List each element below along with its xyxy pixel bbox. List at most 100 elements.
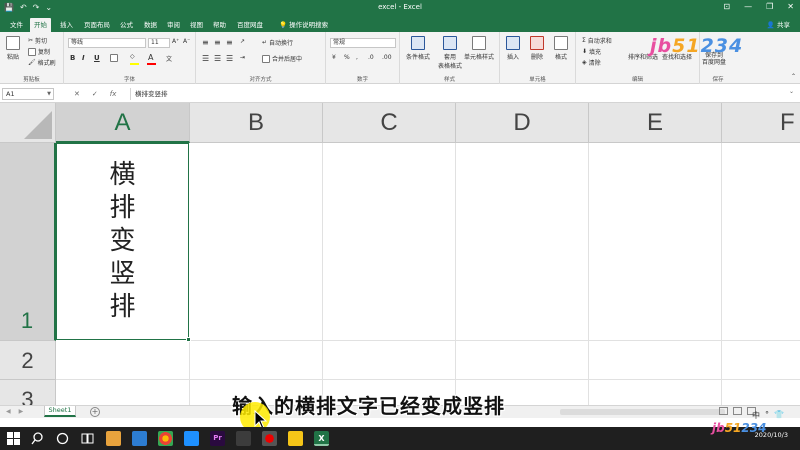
cell-f2[interactable] — [722, 341, 800, 380]
format-as-table-button[interactable]: 套用 表格格式 — [438, 36, 462, 70]
column-header-f[interactable]: F — [722, 103, 800, 143]
column-header-d[interactable]: D — [456, 103, 589, 143]
cut-button[interactable]: ✂ 剪切 — [28, 36, 47, 45]
app-2-icon[interactable] — [236, 431, 251, 446]
file-explorer-icon[interactable] — [106, 431, 121, 446]
tab-insert[interactable]: 插入 — [56, 18, 77, 32]
chevron-down-icon[interactable]: ▼ — [47, 89, 51, 99]
select-all-button[interactable] — [0, 103, 56, 143]
phonetic-icon[interactable]: 文 — [166, 54, 172, 63]
conditional-formatting-button[interactable]: 条件格式 — [406, 36, 430, 61]
format-painter-button[interactable]: 🖌 格式刷 — [28, 58, 56, 67]
cell-a1-selected[interactable]: 横 排 变 竖 排 — [56, 143, 189, 340]
insert-cells-button[interactable]: 插入 — [506, 36, 520, 61]
increase-decimal-icon[interactable]: .0 — [368, 54, 374, 61]
decrease-decimal-icon[interactable]: .00 — [382, 54, 392, 61]
currency-icon[interactable]: ¥ — [332, 54, 336, 61]
insert-function-icon[interactable]: fx — [110, 88, 117, 100]
comma-button[interactable]: , — [356, 54, 358, 61]
cell-e3[interactable] — [589, 380, 722, 405]
merge-center-button[interactable]: 合并后居中 — [262, 54, 302, 63]
autosum-button[interactable]: Σ 自动求和 — [582, 36, 612, 45]
fill-button[interactable]: ⬇ 填充 — [582, 47, 601, 56]
expand-formula-icon[interactable]: ⌄ — [789, 88, 794, 95]
cell-a2[interactable] — [56, 341, 190, 380]
font-size-select[interactable]: 11 — [148, 38, 170, 48]
tab-view[interactable]: 视图 — [186, 18, 207, 32]
cell-c1[interactable] — [323, 143, 456, 341]
excel-taskbar-icon[interactable]: X — [314, 431, 329, 446]
chrome-icon[interactable] — [158, 431, 173, 446]
font-color-icon[interactable]: A — [148, 53, 153, 62]
percent-button[interactable]: % — [344, 54, 350, 61]
app-3-icon[interactable] — [288, 431, 303, 446]
number-format-select[interactable]: 常规 — [330, 38, 396, 48]
enter-icon[interactable]: ✓ — [92, 88, 98, 100]
formula-input[interactable]: 横排变竖排 — [130, 88, 796, 100]
windows-start-icon[interactable] — [6, 431, 21, 446]
column-header-e[interactable]: E — [589, 103, 722, 143]
cell-a3[interactable] — [56, 380, 190, 405]
task-view-icon[interactable] — [80, 431, 95, 446]
horizontal-scrollbar[interactable] — [560, 409, 725, 415]
page-layout-view-icon[interactable] — [733, 407, 742, 415]
cell-f1[interactable] — [722, 143, 800, 341]
paste-button[interactable]: 粘贴 — [6, 36, 20, 61]
borders-icon[interactable] — [110, 54, 118, 62]
cell-b2[interactable] — [190, 341, 323, 380]
italic-button[interactable]: I — [82, 54, 85, 62]
tab-help[interactable]: 帮助 — [209, 18, 230, 32]
collapse-ribbon-icon[interactable]: ⌃ — [791, 73, 796, 80]
shrink-font-button[interactable]: A⁻ — [183, 38, 190, 45]
record-icon[interactable] — [262, 431, 277, 446]
tab-file[interactable]: 文件 — [6, 18, 27, 32]
ime-punct[interactable]: ° — [765, 410, 769, 421]
premiere-icon[interactable]: Pr — [210, 431, 225, 446]
skin-icon[interactable]: 👕 — [774, 410, 784, 421]
orientation-icon[interactable]: ↗ — [240, 38, 245, 45]
column-header-b[interactable]: B — [190, 103, 323, 143]
tab-review[interactable]: 审阅 — [163, 18, 184, 32]
sheet-tab-sheet1[interactable]: Sheet1 — [44, 406, 76, 417]
align-bottom-icon[interactable]: ≡ — [226, 38, 233, 47]
cell-f3[interactable] — [722, 380, 800, 405]
align-center-icon[interactable]: ☰ — [214, 54, 221, 63]
wrap-text-button[interactable]: ↵ 自动换行 — [262, 38, 293, 47]
tab-baidu-netdisk[interactable]: 百度网盘 — [233, 18, 267, 32]
cell-d2[interactable] — [456, 341, 589, 380]
next-sheet-icon[interactable]: ▶ — [19, 408, 24, 415]
tab-page-layout[interactable]: 页面布局 — [80, 18, 114, 32]
tab-data[interactable]: 数据 — [140, 18, 161, 32]
format-cells-button[interactable]: 格式 — [554, 36, 568, 61]
app-icon[interactable] — [132, 431, 147, 446]
font-name-select[interactable]: 等线 — [68, 38, 146, 48]
row-header-2[interactable]: 2 — [0, 341, 56, 380]
grow-font-button[interactable]: A⁺ — [172, 38, 179, 45]
copy-button[interactable]: 复制 — [28, 47, 50, 56]
align-left-icon[interactable]: ☰ — [202, 54, 209, 63]
cell-b1[interactable] — [190, 143, 323, 341]
align-right-icon[interactable]: ☰ — [226, 54, 233, 63]
share-button[interactable]: 👤 共享 — [767, 18, 790, 32]
normal-view-icon[interactable] — [719, 407, 728, 415]
align-top-icon[interactable]: ≡ — [202, 38, 209, 47]
row-header-3[interactable]: 3 — [0, 380, 56, 405]
cell-styles-button[interactable]: 单元格样式 — [464, 36, 494, 61]
delete-cells-button[interactable]: 删除 — [530, 36, 544, 61]
bold-button[interactable]: B — [70, 54, 75, 62]
search-icon[interactable] — [30, 431, 45, 446]
underline-button[interactable]: U — [94, 54, 100, 62]
indent-icon[interactable]: ⇥ — [240, 54, 245, 61]
prev-sheet-icon[interactable]: ◀ — [6, 408, 11, 415]
photos-icon[interactable] — [184, 431, 199, 446]
cell-d1[interactable] — [456, 143, 589, 341]
minimize-button[interactable]: — — [744, 1, 752, 13]
column-header-a[interactable]: A — [56, 103, 190, 143]
ime-language[interactable]: 中 — [752, 410, 760, 421]
column-header-c[interactable]: C — [323, 103, 456, 143]
cell-c2[interactable] — [323, 341, 456, 380]
tab-formulas[interactable]: 公式 — [116, 18, 137, 32]
cancel-icon[interactable]: ✕ — [74, 88, 80, 100]
name-box[interactable]: A1 ▼ — [2, 88, 54, 100]
restore-button[interactable]: ❐ — [766, 1, 773, 13]
